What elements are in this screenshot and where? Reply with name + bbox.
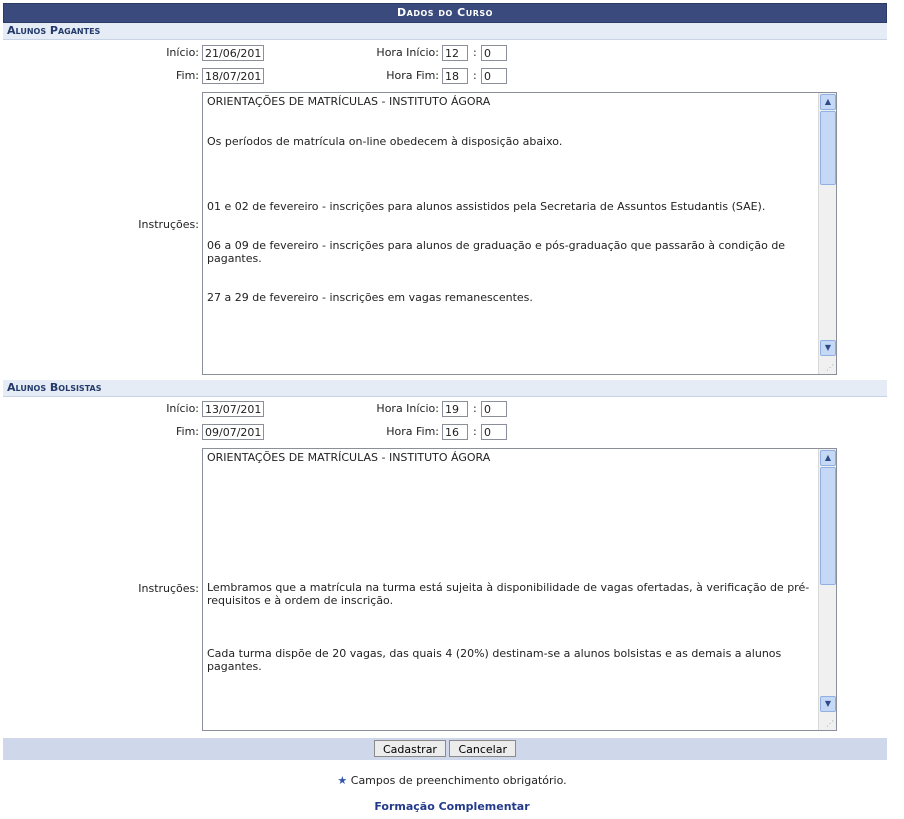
- instrucoes-line: 27 a 29 de fevereiro - inscrições em vag…: [207, 291, 533, 304]
- inicio-label: Início:: [166, 402, 199, 415]
- scroll-down-icon[interactable]: ▼: [820, 696, 836, 712]
- form-frame: Dados do Curso Alunos Pagantes Início: 2…: [3, 3, 887, 760]
- required-star-icon: ★: [337, 774, 348, 787]
- time-separator: :: [473, 402, 477, 415]
- hora-inicio-hour-input[interactable]: 19: [442, 401, 468, 417]
- form-footer: Cadastrar Cancelar: [3, 738, 887, 760]
- section-title-pagantes: Alunos Pagantes: [3, 23, 887, 40]
- time-separator: :: [473, 425, 477, 438]
- section-title-bolsistas: Alunos Bolsistas: [3, 380, 887, 397]
- cadastrar-button[interactable]: Cadastrar: [373, 740, 446, 757]
- time-separator: :: [473, 46, 477, 59]
- instrucoes-label: Instruções:: [138, 582, 199, 595]
- scroll-up-icon[interactable]: ▲: [820, 94, 836, 110]
- required-note: ★ Campos de preenchimento obrigatório.: [0, 774, 904, 787]
- hora-fim-minute-input[interactable]: 0: [481, 424, 507, 440]
- resize-grip-icon[interactable]: ⋰: [826, 363, 834, 372]
- hora-inicio-minute-input[interactable]: 0: [481, 45, 507, 61]
- instrucoes-line: Os períodos de matrícula on-line obedece…: [207, 135, 563, 148]
- section-bolsistas: Início: 13/07/201 Hora Início: 19 : 0 Fi…: [3, 397, 887, 738]
- instrucoes-label: Instruções:: [138, 218, 199, 231]
- fim-input[interactable]: 18/07/201: [202, 68, 264, 84]
- hora-fim-minute-input[interactable]: 0: [481, 68, 507, 84]
- instrucoes-line: ORIENTAÇÕES DE MATRÍCULAS - INSTITUTO ÁG…: [207, 95, 491, 108]
- instrucoes-textarea[interactable]: ORIENTAÇÕES DE MATRÍCULAS - INSTITUTO ÁG…: [202, 92, 837, 375]
- cancelar-button[interactable]: Cancelar: [449, 740, 516, 757]
- form-caption: Dados do Curso: [3, 3, 887, 23]
- inicio-label: Início:: [166, 46, 199, 59]
- hora-fim-label: Hora Fim:: [386, 425, 439, 438]
- scroll-up-icon[interactable]: ▲: [820, 450, 836, 466]
- section-pagantes: Início: 21/06/201 Hora Início: 12 : 0 Fi…: [3, 40, 887, 380]
- textarea-scrollbar[interactable]: ▲ ▼: [818, 449, 836, 730]
- fim-label: Fim:: [175, 69, 199, 82]
- hora-fim-hour-input[interactable]: 18: [442, 68, 468, 84]
- textarea-scrollbar[interactable]: ▲ ▼: [818, 93, 836, 374]
- required-note-text: Campos de preenchimento obrigatório.: [350, 774, 567, 787]
- instrucoes-line: 01 e 02 de fevereiro - inscrições para a…: [207, 200, 766, 213]
- fim-input[interactable]: 09/07/201: [202, 424, 264, 440]
- hora-fim-hour-input[interactable]: 16: [442, 424, 468, 440]
- hora-fim-label: Hora Fim:: [386, 69, 439, 82]
- resize-grip-icon[interactable]: ⋰: [826, 719, 834, 728]
- fim-label: Fim:: [175, 425, 199, 438]
- inicio-input[interactable]: 13/07/201: [202, 401, 264, 417]
- scroll-thumb[interactable]: [820, 467, 836, 585]
- scroll-down-icon[interactable]: ▼: [820, 340, 836, 356]
- instrucoes-line: ORIENTAÇÕES DE MATRÍCULAS - INSTITUTO ÁG…: [207, 451, 491, 464]
- hora-inicio-minute-input[interactable]: 0: [481, 401, 507, 417]
- hora-inicio-label: Hora Início:: [376, 402, 439, 415]
- inicio-input[interactable]: 21/06/201: [202, 45, 264, 61]
- formacao-complementar-link[interactable]: Formação Complementar: [0, 800, 904, 813]
- instrucoes-line: Cada turma dispõe de 20 vagas, das quais…: [207, 647, 782, 673]
- instrucoes-line: 06 a 09 de fevereiro - inscrições para a…: [207, 239, 786, 265]
- hora-inicio-hour-input[interactable]: 12: [442, 45, 468, 61]
- instrucoes-textarea[interactable]: ORIENTAÇÕES DE MATRÍCULAS - INSTITUTO ÁG…: [202, 448, 837, 731]
- time-separator: :: [473, 69, 477, 82]
- hora-inicio-label: Hora Início:: [376, 46, 439, 59]
- scroll-thumb[interactable]: [820, 111, 836, 185]
- instrucoes-line: Lembramos que a matrícula na turma está …: [207, 581, 810, 607]
